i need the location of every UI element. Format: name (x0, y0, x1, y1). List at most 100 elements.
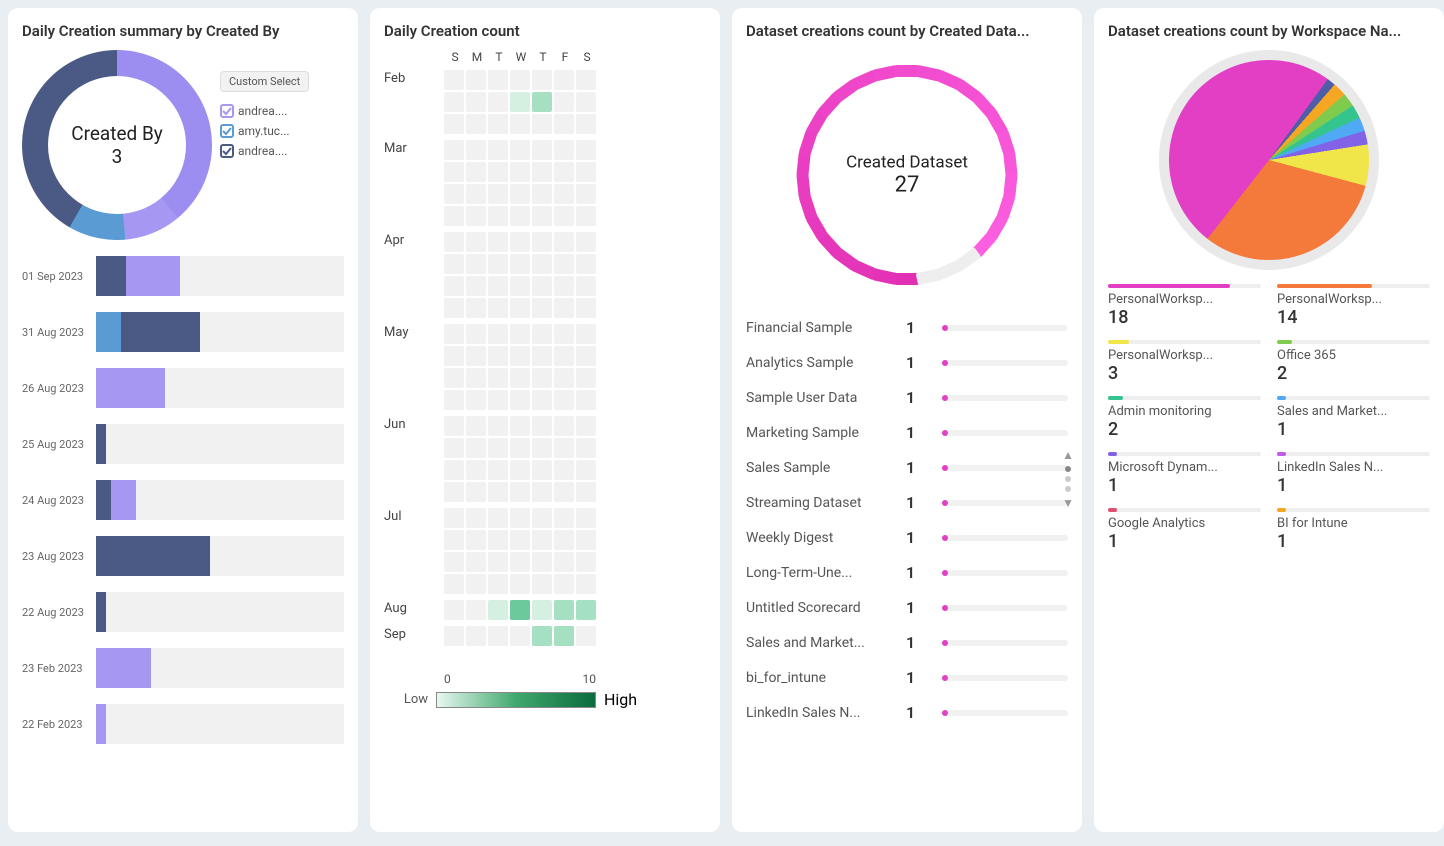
calendar-cell[interactable] (554, 184, 574, 204)
workspace-item[interactable]: BI for Intune1 (1277, 508, 1430, 552)
calendar-cell[interactable] (554, 254, 574, 274)
calendar-cell[interactable] (444, 298, 464, 318)
calendar-cell[interactable] (488, 232, 508, 252)
dataset-row[interactable]: Sales and Market...1 (746, 625, 1068, 660)
dataset-row[interactable]: Weekly Digest1 (746, 520, 1068, 555)
workspace-item[interactable]: LinkedIn Sales N...1 (1277, 452, 1430, 496)
calendar-cell[interactable] (466, 324, 486, 344)
calendar-cell[interactable] (510, 254, 530, 274)
calendar-cell[interactable] (466, 254, 486, 274)
chevron-up-icon[interactable]: ▲ (1062, 448, 1074, 462)
calendar-cell[interactable] (444, 626, 464, 646)
calendar-cell[interactable] (554, 276, 574, 296)
calendar-cell[interactable] (466, 368, 486, 388)
calendar-cell[interactable] (576, 626, 596, 646)
calendar-cell[interactable] (488, 460, 508, 480)
calendar-cell[interactable] (532, 162, 552, 182)
donut-chart[interactable]: Created By 3 (22, 50, 212, 240)
calendar-cell[interactable] (532, 626, 552, 646)
calendar-cell[interactable] (554, 70, 574, 90)
calendar-cell[interactable] (488, 162, 508, 182)
calendar-cell[interactable] (510, 324, 530, 344)
dataset-row[interactable]: Financial Sample1 (746, 310, 1068, 345)
calendar-cell[interactable] (444, 70, 464, 90)
calendar-cell[interactable] (554, 92, 574, 112)
calendar-cell[interactable] (554, 508, 574, 528)
calendar-cell[interactable] (554, 140, 574, 160)
calendar-cell[interactable] (576, 438, 596, 458)
calendar-cell[interactable] (532, 482, 552, 502)
calendar-cell[interactable] (466, 140, 486, 160)
calendar-cell[interactable] (554, 368, 574, 388)
dataset-row[interactable]: Streaming Dataset1 (746, 485, 1068, 520)
calendar-cell[interactable] (444, 162, 464, 182)
calendar-cell[interactable] (466, 206, 486, 226)
calendar-cell[interactable] (444, 232, 464, 252)
calendar-cell[interactable] (576, 600, 596, 620)
calendar-cell[interactable] (554, 416, 574, 436)
calendar-cell[interactable] (576, 346, 596, 366)
calendar-cell[interactable] (532, 232, 552, 252)
calendar-cell[interactable] (466, 114, 486, 134)
stacked-bar-row[interactable]: 26 Aug 2023 (22, 368, 344, 408)
calendar-cell[interactable] (576, 298, 596, 318)
calendar-cell[interactable] (488, 346, 508, 366)
calendar-cell[interactable] (576, 162, 596, 182)
calendar-cell[interactable] (466, 346, 486, 366)
stacked-bar-row[interactable]: 22 Feb 2023 (22, 704, 344, 744)
checkbox-icon[interactable] (220, 104, 234, 118)
pie-chart[interactable] (1169, 60, 1369, 260)
workspace-item[interactable]: PersonalWorksp...3 (1108, 340, 1261, 384)
stacked-bar-row[interactable]: 23 Aug 2023 (22, 536, 344, 576)
workspace-item[interactable]: Google Analytics1 (1108, 508, 1261, 552)
calendar-cell[interactable] (532, 276, 552, 296)
calendar-cell[interactable] (510, 276, 530, 296)
calendar-cell[interactable] (444, 254, 464, 274)
calendar-cell[interactable] (554, 298, 574, 318)
calendar-cell[interactable] (532, 346, 552, 366)
calendar-cell[interactable] (532, 92, 552, 112)
calendar-cell[interactable] (466, 92, 486, 112)
radial-gauge[interactable]: Created Dataset 27 (782, 50, 1032, 300)
calendar-cell[interactable] (510, 114, 530, 134)
calendar-cell[interactable] (532, 114, 552, 134)
calendar-cell[interactable] (576, 482, 596, 502)
calendar-cell[interactable] (576, 254, 596, 274)
calendar-cell[interactable] (466, 552, 486, 572)
calendar-cell[interactable] (532, 206, 552, 226)
calendar-cell[interactable] (466, 162, 486, 182)
calendar-cell[interactable] (444, 114, 464, 134)
chevron-down-icon[interactable]: ▼ (1062, 496, 1074, 510)
legend-item[interactable]: andrea.... (220, 144, 344, 158)
calendar-cell[interactable] (576, 324, 596, 344)
dataset-row[interactable]: Analytics Sample1 (746, 345, 1068, 380)
workspace-item[interactable]: PersonalWorksp...18 (1108, 284, 1261, 328)
scroll-indicator[interactable]: ▲ ▼ (1062, 448, 1074, 510)
dataset-row[interactable]: LinkedIn Sales N...1 (746, 695, 1068, 730)
calendar-cell[interactable] (510, 508, 530, 528)
calendar-cell[interactable] (554, 460, 574, 480)
calendar-cell[interactable] (466, 390, 486, 410)
calendar-cell[interactable] (532, 184, 552, 204)
calendar-cell[interactable] (510, 206, 530, 226)
calendar-cell[interactable] (576, 92, 596, 112)
legend-item[interactable]: andrea.... (220, 104, 344, 118)
calendar-cell[interactable] (444, 600, 464, 620)
calendar-cell[interactable] (554, 390, 574, 410)
calendar-cell[interactable] (576, 390, 596, 410)
calendar-cell[interactable] (554, 162, 574, 182)
dataset-row[interactable]: Sample User Data1 (746, 380, 1068, 415)
calendar-cell[interactable] (510, 346, 530, 366)
calendar-cell[interactable] (554, 114, 574, 134)
calendar-cell[interactable] (554, 600, 574, 620)
workspace-item[interactable]: Microsoft Dynam...1 (1108, 452, 1261, 496)
calendar-cell[interactable] (488, 254, 508, 274)
calendar-cell[interactable] (444, 346, 464, 366)
calendar-cell[interactable] (576, 530, 596, 550)
calendar-cell[interactable] (488, 140, 508, 160)
calendar-cell[interactable] (444, 574, 464, 594)
calendar-cell[interactable] (510, 626, 530, 646)
calendar-cell[interactable] (532, 574, 552, 594)
calendar-cell[interactable] (576, 508, 596, 528)
scroll-dot[interactable] (1065, 476, 1071, 482)
